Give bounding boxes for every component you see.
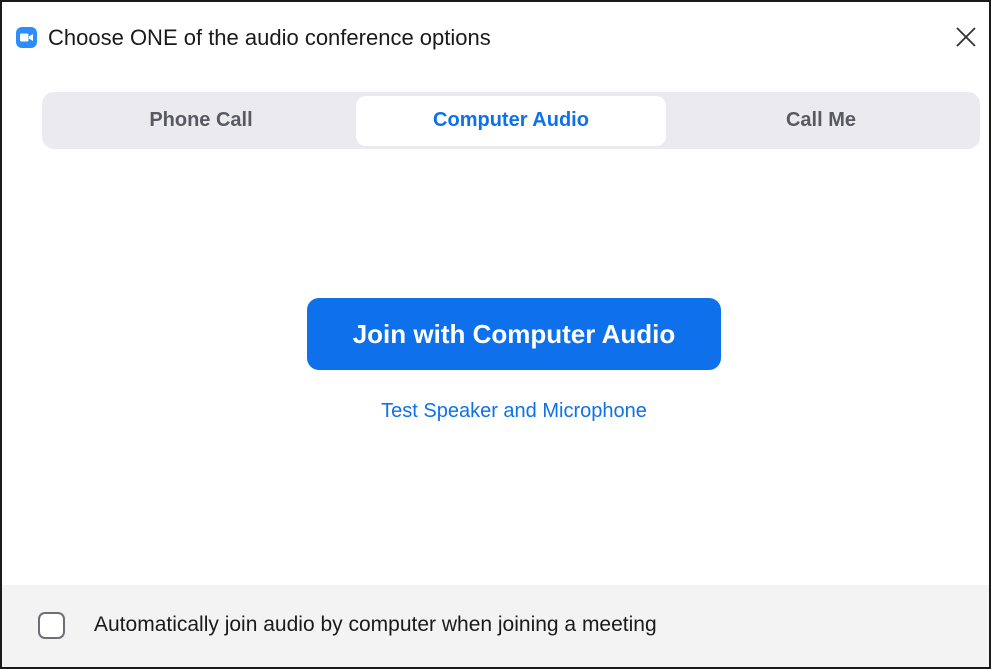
auto-join-audio-checkbox[interactable]: [38, 612, 65, 639]
close-icon[interactable]: [953, 24, 979, 50]
title-bar: Choose ONE of the audio conference optio…: [2, 2, 989, 76]
footer: Automatically join audio by computer whe…: [2, 585, 989, 667]
tab-phone-call[interactable]: Phone Call: [46, 96, 356, 146]
audio-options-dialog: Choose ONE of the audio conference optio…: [0, 0, 991, 669]
audio-option-tabs: Phone Call Computer Audio Call Me: [42, 92, 980, 149]
tab-call-me[interactable]: Call Me: [666, 96, 976, 146]
window-title: Choose ONE of the audio conference optio…: [48, 25, 491, 50]
join-with-computer-audio-button[interactable]: Join with Computer Audio: [307, 298, 721, 370]
test-speaker-and-microphone-link[interactable]: Test Speaker and Microphone: [307, 400, 721, 423]
zoom-video-camera-icon: [16, 27, 37, 48]
tab-computer-audio[interactable]: Computer Audio: [356, 95, 666, 146]
auto-join-audio-label[interactable]: Automatically join audio by computer whe…: [94, 613, 657, 637]
